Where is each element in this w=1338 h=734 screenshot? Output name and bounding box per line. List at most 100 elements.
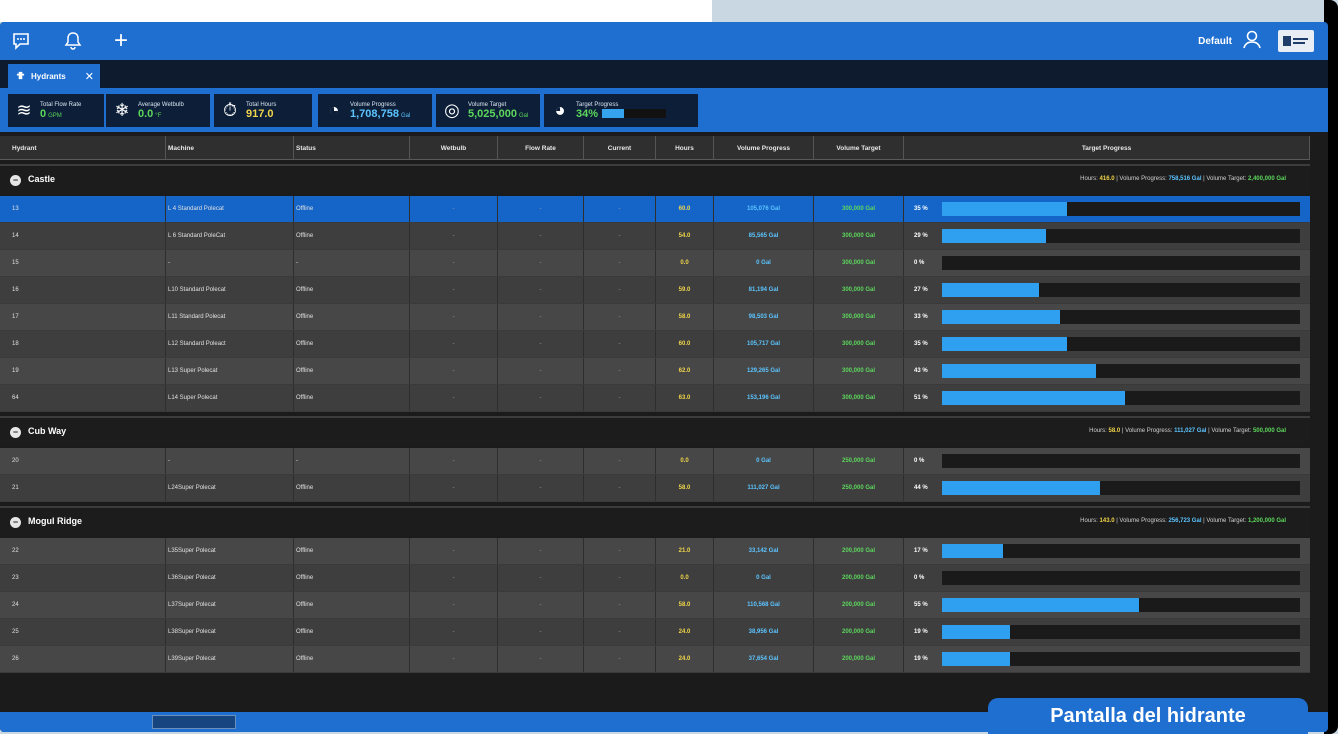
machine-cell: L 4 Standard Polecat — [166, 196, 294, 222]
table-row[interactable]: 64 L14 Super Polecat Offline - - -63.0 153,196… — [0, 385, 1310, 412]
volume-cell: 38,956 Gal — [714, 619, 814, 645]
machine-cell: L24Super Polecat — [166, 475, 294, 501]
table-row[interactable]: 19 L13 Super Polecat Offline - - -62.0 129,265… — [0, 358, 1310, 385]
table-row[interactable]: 24 L37Super Polecat Offline - - -58.0 110,568 … — [0, 592, 1310, 619]
summary-hours: 416.0 — [1099, 176, 1115, 182]
table-row[interactable]: 14 L 6 Standard PoleCat Offline - - -54.0 85,5… — [0, 223, 1310, 250]
table-row[interactable]: 22 L35Super Polecat Offline - - -21.0 33,142 G… — [0, 538, 1310, 565]
status-cell: Offline — [294, 196, 410, 222]
tab-hydrants[interactable]: Hydrants ✕ — [8, 64, 100, 88]
column-header[interactable]: Wetbulb — [410, 136, 498, 160]
kpi-value-text: 5,025,000 — [468, 107, 517, 120]
column-header[interactable]: Target Progress — [904, 136, 1310, 160]
profile-name[interactable]: Default — [1198, 36, 1232, 47]
summary-vol-label: | Volume Progress: — [1114, 176, 1169, 182]
volume-cell: 0 Gal — [714, 565, 814, 591]
collapse-icon[interactable]: − — [10, 427, 21, 438]
status-cell: Offline — [294, 385, 410, 411]
column-header[interactable]: Flow Rate — [498, 136, 584, 160]
wetbulb-cell: - — [410, 331, 498, 357]
chat-icon[interactable] — [8, 28, 34, 54]
summary-volume: 256,723 Gal — [1168, 518, 1202, 524]
gauge-icon: ◔ — [328, 100, 340, 120]
kpi-card[interactable]: ◎ Volume Target 5,025,000 Gal — [436, 94, 540, 127]
table-row[interactable]: 21 L24Super Polecat Offline - - -58.0 111,027 … — [0, 475, 1310, 502]
target-progress-bar — [942, 481, 1300, 495]
target-progress-bar — [942, 571, 1300, 585]
hours-cell: 58.0 — [656, 592, 714, 618]
summary-hours-label: Hours: — [1089, 428, 1109, 434]
status-cell: Offline — [294, 538, 410, 564]
kpi-card[interactable]: ◔ Volume Progress 1,708,758 Gal — [318, 94, 432, 127]
group-header[interactable]: − Castle Hours: 416.0 | Volume Progress: 7… — [0, 164, 1310, 194]
table-row[interactable]: 25 L38Super Polecat Offline - - -24.0 38,956 G… — [0, 619, 1310, 646]
target-cell: 300,000 Gal — [814, 331, 904, 357]
column-header[interactable]: Status — [294, 136, 410, 160]
column-header[interactable]: Volume Progress — [714, 136, 814, 160]
group-header[interactable]: − Cub Way Hours: 58.0 | Volume Progress: 1… — [0, 416, 1310, 446]
hours-cell: 0.0 — [656, 448, 714, 474]
plus-icon[interactable]: + — [108, 27, 134, 54]
kpi-unit: GPM — [48, 112, 62, 119]
table-row[interactable]: 26 L39Super Polecat Offline - - -24.0 37,654 G… — [0, 646, 1310, 673]
machine-cell: L38Super Polecat — [166, 619, 294, 645]
table-row[interactable]: 13 L 4 Standard Polecat Offline - - -60.0 105,… — [0, 196, 1310, 223]
kpi-card[interactable]: ❄ Average Wetbulb 0.0 °F — [106, 94, 210, 127]
wetbulb-cell: - — [410, 385, 498, 411]
user-icon[interactable] — [1242, 29, 1262, 54]
machine-cell: - — [166, 250, 294, 276]
flow-cell: - — [498, 331, 584, 357]
wetbulb-cell: - — [410, 565, 498, 591]
table-header: Hydrant Machine Status Wetbulb Flow Rate Curr… — [0, 136, 1310, 160]
percent-cell: 43 % — [914, 368, 928, 374]
table-row[interactable]: 23 L36Super Polecat Offline - - -0.0 0 Gal 200,… — [0, 565, 1310, 592]
target-progress-fill — [942, 652, 1011, 666]
target-icon: ◎ — [444, 100, 460, 120]
target-progress-fill — [942, 229, 1046, 243]
column-header[interactable]: Hours — [656, 136, 714, 160]
kpi-card[interactable]: ≋ Total Flow Rate 0 GPM — [8, 94, 104, 127]
table-row[interactable]: 20- - - - -0.0 0 Gal 250,000 Gal 0 % — [0, 448, 1310, 475]
column-header[interactable]: Volume Target — [814, 136, 904, 160]
hydrant-cell: 21 — [10, 475, 166, 501]
wetbulb-cell: - — [410, 475, 498, 501]
kpi-card[interactable]: ◕ Target Progress 34% — [544, 94, 698, 127]
close-icon[interactable]: ✕ — [85, 70, 94, 83]
hydrant-cell: 18 — [10, 331, 166, 357]
kpi-text: Volume Progress 1,708,758 Gal — [350, 102, 410, 120]
wetbulb-cell: - — [410, 223, 498, 249]
target-progress-fill — [942, 364, 1096, 378]
table-row[interactable]: 17 L11 Standard Polecat Offline - - -58.0 98,5… — [0, 304, 1310, 331]
group-name: Mogul Ridge — [28, 516, 82, 526]
machine-cell: L12 Standard Poleact — [166, 331, 294, 357]
table-row[interactable]: 15- - - - -0.0 0 Gal 300,000 Gal 0 % — [0, 250, 1310, 277]
percent-cell: 0 % — [914, 458, 925, 464]
table-row[interactable]: 18 L12 Standard Poleact Offline - - -60.0 105,… — [0, 331, 1310, 358]
column-header[interactable]: Machine — [166, 136, 294, 160]
kpi-unit: Gal — [400, 112, 411, 119]
table-row[interactable]: 16 L10 Standard Polecat Offline - - -59.0 81,1… — [0, 277, 1310, 304]
target-progress-bar — [942, 625, 1300, 639]
kpi-value-text: 34% — [576, 107, 599, 120]
top-bar: + Default — [0, 22, 1328, 60]
kpi-card[interactable]: ⏱ Total Hours 917.0 — [214, 94, 312, 127]
volume-cell: 0 Gal — [714, 250, 814, 276]
kpi-value-text: 1,708,758 — [350, 107, 399, 120]
kpi-progress-bar — [602, 109, 667, 119]
percent-cell: 33 % — [914, 314, 928, 320]
kpi-value-text: 0.0 — [138, 107, 154, 120]
hours-cell: 54.0 — [656, 223, 714, 249]
collapse-icon[interactable]: − — [10, 175, 21, 186]
column-header[interactable]: Hydrant — [10, 136, 166, 160]
hydrant-cell: 17 — [10, 304, 166, 330]
target-progress-bar — [942, 544, 1300, 558]
volume-cell: 110,568 Gal — [714, 592, 814, 618]
hours-cell: 58.0 — [656, 304, 714, 330]
group-header[interactable]: − Mogul Ridge Hours: 143.0 | Volume Progre… — [0, 506, 1310, 536]
target-progress-bar — [942, 454, 1300, 468]
column-header[interactable]: Current — [584, 136, 656, 160]
bell-icon[interactable] — [60, 28, 86, 54]
hydrant-cell: 24 — [10, 592, 166, 618]
view-select[interactable] — [152, 715, 236, 729]
collapse-icon[interactable]: − — [10, 517, 21, 528]
